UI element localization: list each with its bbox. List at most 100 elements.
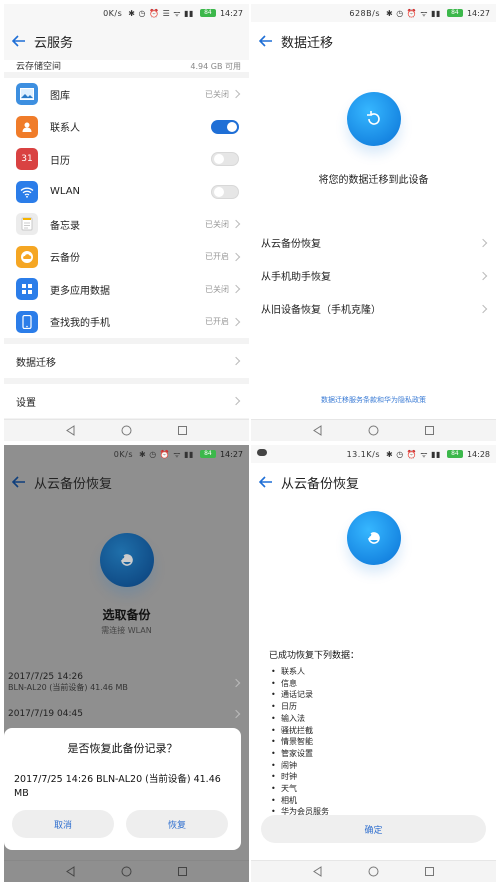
back-arrow-icon[interactable] [251,463,281,501]
bullet-icon: • [271,690,276,700]
nav-back-icon[interactable] [65,866,77,878]
nav-home-icon[interactable] [121,866,133,878]
bullet-icon: • [271,748,276,758]
sync-item-status: 已关闭 [205,284,229,294]
restored-item-label: 管家设置 [281,748,313,758]
sync-item-cloud-backup[interactable]: 云备份 已开启 [4,241,249,274]
chevron-right-icon [231,317,241,326]
restored-item: • 日历 [271,701,329,713]
nav-back-icon[interactable] [312,866,324,878]
backup-date: 2017/7/25 14:26 [8,672,83,682]
app-bar: 从云备份恢复 [4,463,249,501]
back-arrow-icon[interactable] [4,22,34,60]
page-title: 从云备份恢复 [34,476,113,492]
restore-dialog-screen: 0K/s ✱ ◷ ⏰ ᯤ ▮▮ 84 14:27 从云备份恢复 选取备份 需连接… [4,445,249,882]
battery-icon: 84 [199,9,216,17]
restored-item: • 管家设置 [271,748,329,760]
back-arrow-icon[interactable] [4,463,34,501]
cancel-button[interactable]: 取消 [12,810,114,838]
chevron-right-icon [478,271,488,280]
confirm-button[interactable]: 确定 [261,815,486,843]
cloud-backup-icon [16,245,38,268]
backup-record[interactable]: 2017/7/25 14:26 BLN-AL20 (当前设备) 41.46 MB [4,672,249,693]
nav-home-icon[interactable] [368,425,380,437]
status-indicator-icons: ✱ ◷ ⏰ ᯤ ▮▮ [386,8,441,18]
sync-item-calendar[interactable]: 31 日历 [4,143,249,176]
nav-recents-icon[interactable] [424,425,436,437]
nav-bar [4,419,249,441]
contacts-icon [16,115,38,138]
data-migration-row[interactable]: 数据迁移 [4,344,249,378]
sync-item-find-phone[interactable]: 查找我的手机 已开启 [4,306,249,339]
back-arrow-icon[interactable] [251,22,281,60]
chevron-right-icon [231,90,241,99]
option-phone-assistant[interactable]: 从手机助手恢复 [251,259,496,292]
status-net: 628B/s [349,8,380,18]
sync-item-status: 已关闭 [205,219,229,229]
privacy-link[interactable]: 数据迁移服务条款和华为隐私政策 [251,395,496,405]
select-backup-heading: 选取备份 [102,608,151,622]
backup-record[interactable]: 2017/7/19 04:45 [4,709,249,719]
status-bar: 13.1K/s ✱ ◷ ⏰ ᯤ ▮▮ 84 14:28 [251,445,496,463]
option-cloud-backup[interactable]: 从云备份恢复 [251,226,496,259]
restored-item-label: 日历 [281,702,297,712]
app-bar: 云服务 [4,22,249,60]
status-indicator-icons: ✱ ◷ ⏰ ᯤ ▮▮ [139,449,194,459]
status-net: 0K/s [113,449,133,459]
sync-item-label: 图库 [50,90,70,102]
cloud-storage-value: 4.94 GB 可用 [190,62,241,71]
nav-recents-icon[interactable] [177,425,189,437]
sync-item-contacts[interactable]: 联系人 [4,111,249,144]
data-migration-label: 数据迁移 [16,357,56,369]
nav-bar [251,860,496,882]
settings-list: 云存储空间 4.94 GB 可用 图库 已关闭 联系人 31 日历 WLAN 备… [4,60,249,418]
restored-item-label: 天气 [281,784,297,794]
sync-item-gallery[interactable]: 图库 已关闭 [4,78,249,111]
nav-home-icon[interactable] [121,425,133,437]
chevron-right-icon [231,285,241,294]
wlan-toggle[interactable] [211,184,239,199]
bullet-icon: • [271,702,276,712]
sync-items-list: 图库 已关闭 联系人 31 日历 WLAN 备忘录 已关闭 云备份 已开启 更多… [4,78,249,338]
sync-item-label: WLAN [50,186,81,198]
restored-item: • 输入法 [271,713,329,725]
migration-icon [346,92,401,146]
backup-meta: BLN-AL20 (当前设备) 41.46 MB [8,683,128,692]
sync-item-label: 联系人 [50,123,80,135]
sync-item-notes[interactable]: 备忘录 已关闭 [4,208,249,241]
cloud-backup-icon [99,533,154,587]
nav-home-icon[interactable] [368,866,380,878]
restore-button[interactable]: 恢复 [126,810,228,838]
sync-item-wlan[interactable]: WLAN [4,176,249,209]
chevron-right-icon [231,709,241,719]
calendar-toggle[interactable] [211,152,239,167]
status-bar: 0K/s ✱ ◷ ⏰ ☰ ᯤ ▮▮ 84 14:27 [4,4,249,22]
status-icons: 0K/s [103,8,123,18]
sync-item-more-apps[interactable]: 更多应用数据 已关闭 [4,273,249,306]
cloud-storage-row[interactable]: 云存储空间 4.94 GB 可用 [4,60,249,72]
nav-bar [4,860,249,882]
cloud-storage-label: 云存储空间 [16,62,62,72]
restored-item-label: 通话记录 [281,690,313,700]
option-phone-clone[interactable]: 从旧设备恢复（手机克隆） [251,292,496,325]
chevron-right-icon [231,220,241,229]
wlan-required-note: 需连接 WLAN [101,626,152,635]
restored-item-label: 闹钟 [281,760,297,770]
sync-item-status: 已开启 [205,252,229,262]
bullet-icon: • [271,725,276,735]
notes-icon [16,213,38,236]
battery-icon: 84 [199,450,216,458]
settings-row[interactable]: 设置 [4,384,249,418]
sync-item-label: 云备份 [50,253,80,265]
contacts-toggle[interactable] [211,119,239,134]
nav-recents-icon[interactable] [177,866,189,878]
restored-item-label: 输入法 [281,713,305,723]
nav-back-icon[interactable] [312,425,324,437]
option-label: 从旧设备恢复（手机克隆） [261,305,381,316]
sync-item-label: 日历 [50,155,70,167]
nav-back-icon[interactable] [65,425,77,437]
restored-item-label: 时钟 [281,772,297,782]
nav-recents-icon[interactable] [424,866,436,878]
bullet-icon: • [271,713,276,723]
restored-item: • 通话记录 [271,689,329,701]
